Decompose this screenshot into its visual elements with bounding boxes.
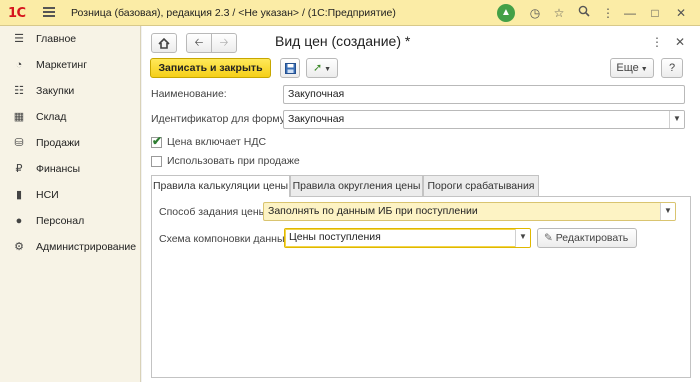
sidebar-item-reference[interactable]: ▮ НСИ (0, 184, 141, 206)
form-title: Вид цен (создание) * (275, 33, 411, 49)
edit-pencil-icon: ✎ (544, 232, 553, 244)
price-type-form: 🡠 🡢 Вид цен (создание) * ⋮ ✕ Записать и … (142, 26, 700, 382)
sidebar-item-sales[interactable]: ⛁ Продажи (0, 132, 141, 154)
formula-id-field[interactable]: Закупочная ▼ (283, 110, 685, 129)
reference-book-icon: ▮ (15, 189, 23, 201)
basket-icon: ⛁ (14, 137, 24, 149)
history-icon[interactable]: ◷ (527, 5, 543, 21)
sidebar-item-label: НСИ (36, 189, 59, 201)
use-in-sales-checkbox[interactable] (151, 156, 162, 167)
maximize-icon[interactable]: □ (647, 5, 663, 21)
sidebar-item-warehouse[interactable]: ▦ Склад (0, 106, 141, 128)
window-title: Розница (базовая), редакция 2.3 / <Не ук… (71, 7, 396, 19)
sidebar-item-label: Маркетинг (36, 59, 88, 71)
more-actions-button[interactable]: Еще ▼ (610, 58, 654, 78)
ruble-coin-icon: ₽ (15, 163, 23, 175)
tab-calculation-rules[interactable]: Правила калькуляции цены (151, 175, 290, 197)
minimize-icon[interactable]: — (622, 5, 638, 21)
favorites-star-icon[interactable]: ☆ (551, 5, 567, 21)
sidebar-item-purchases[interactable]: ☷ Закупки (0, 80, 141, 102)
arrow-right-icon: 🡢 (219, 37, 229, 49)
form-close-icon[interactable]: ✕ (672, 34, 688, 50)
more-menu-icon[interactable]: ⋮ (600, 5, 616, 21)
cart-list-icon: ☷ (14, 85, 24, 97)
layout-scheme-label: Схема компоновки данных: (159, 233, 293, 245)
help-button[interactable]: ? (661, 58, 683, 78)
checkmark-icon: ✔ (152, 134, 163, 148)
sidebar-item-personnel[interactable]: ● Персонал (0, 210, 141, 232)
sidebar-item-label: Администрирование (36, 241, 137, 253)
formula-id-value: Закупочная (288, 113, 345, 125)
dropdown-arrow-icon[interactable]: ▼ (515, 229, 530, 247)
sidebar-item-label: Продажи (36, 137, 80, 149)
pie-chart-icon: ◔ (15, 59, 23, 71)
dropdown-arrow-icon[interactable]: ▼ (669, 111, 684, 128)
formula-id-label: Идентификатор для формул: (151, 113, 294, 125)
name-field[interactable]: Закупочная (283, 85, 685, 104)
title-bar: 1С Розница (базовая), редакция 2.3 / <Не… (0, 0, 700, 26)
chevron-down-icon: ▼ (638, 66, 648, 73)
warehouse-grid-icon: ▦ (13, 111, 25, 123)
search-icon[interactable] (576, 5, 592, 21)
price-method-select[interactable]: Заполнять по данным ИБ при поступлении ▼ (263, 202, 676, 221)
layout-scheme-select[interactable]: Цены поступления ▼ (284, 228, 531, 248)
menu-lines-icon: ☰ (14, 33, 24, 45)
save-and-close-button[interactable]: Записать и закрыть (150, 58, 271, 78)
sidebar-item-label: Финансы (36, 163, 81, 175)
tab-thresholds[interactable]: Пороги срабатывания (423, 175, 539, 196)
sidebar-item-label: Склад (36, 111, 67, 123)
back-button[interactable]: 🡠 (186, 33, 212, 53)
edit-label: Редактировать (555, 232, 629, 244)
sidebar-item-label: Закупки (36, 85, 75, 97)
floppy-disk-icon (284, 63, 296, 74)
use-in-sales-label: Использовать при продаже (167, 155, 300, 167)
forward-button[interactable]: 🡢 (211, 33, 237, 53)
sidebar-item-label: Главное (36, 33, 77, 45)
sidebar-item-administration[interactable]: ⚙ Администрирование (0, 236, 141, 258)
close-window-icon[interactable]: ✕ (673, 5, 689, 21)
name-label: Наименование: (151, 88, 227, 100)
save-button[interactable] (280, 58, 300, 78)
price-method-value: Заполнять по данным ИБ при поступлении (268, 205, 478, 217)
main-menu-icon[interactable] (43, 7, 55, 17)
sidebar-item-finance[interactable]: ₽ Финансы (0, 158, 141, 180)
price-method-label: Способ задания цены: (159, 206, 270, 218)
sidebar-item-marketing[interactable]: ◔ Маркетинг (0, 54, 141, 76)
tab-rounding-rules[interactable]: Правила округления цены (290, 175, 423, 196)
dropdown-arrow-icon[interactable]: ▼ (660, 203, 675, 220)
price-includes-vat-checkbox[interactable]: ✔ (151, 134, 163, 148)
arrow-left-icon: 🡠 (194, 37, 204, 49)
more-actions-label: Еще (616, 62, 639, 74)
home-icon (158, 37, 170, 49)
create-based-icon: ➚ (312, 62, 323, 74)
sections-sidebar: ☰ Главное ◔ Маркетинг ☷ Закупки ▦ Склад … (0, 26, 141, 382)
person-icon: ● (15, 215, 23, 227)
sidebar-item-main[interactable]: ☰ Главное (0, 28, 141, 50)
notification-bell-icon[interactable]: ▲ (497, 4, 515, 22)
app-logo: 1С (8, 6, 26, 21)
tab-panel (151, 196, 691, 378)
home-button[interactable] (151, 33, 177, 53)
sidebar-item-label: Персонал (36, 215, 85, 227)
edit-layout-button[interactable]: ✎ Редактировать (537, 228, 637, 248)
layout-scheme-value: Цены поступления (289, 231, 381, 243)
price-includes-vat-label: Цена включает НДС (167, 136, 267, 148)
gear-icon: ⚙ (14, 241, 24, 253)
create-based-on-button[interactable]: ➚ ▼ (306, 58, 338, 78)
form-more-icon[interactable]: ⋮ (649, 34, 665, 50)
